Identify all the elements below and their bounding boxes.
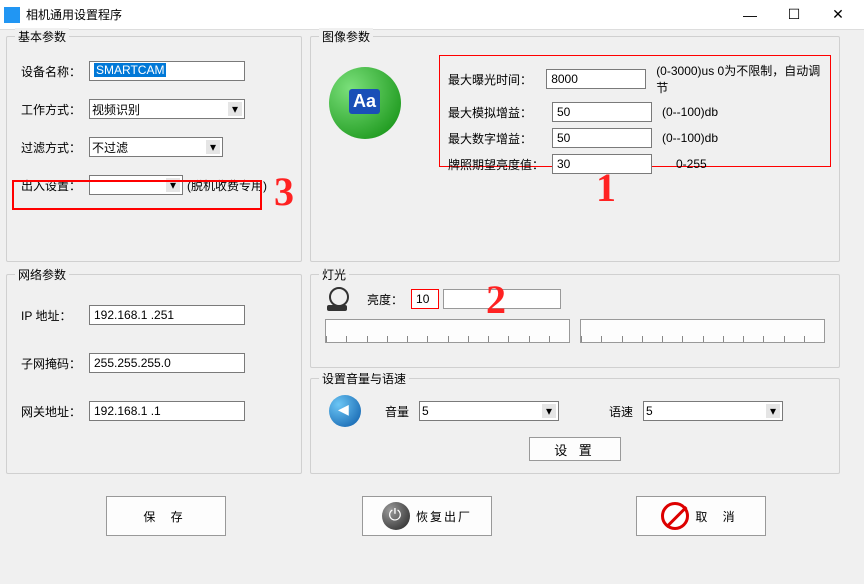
light-group: 灯光 亮度： [310,274,840,368]
light-legend: 灯光 [319,266,349,283]
basic-legend: 基本参数 [15,28,69,45]
chevron-down-icon: ▾ [542,404,556,418]
max-again-label: 最大模拟增益： [448,104,548,121]
light-ruler-1[interactable] [325,319,570,343]
max-dgain-label: 最大数字增益： [448,130,548,147]
basic-group: 基本参数 设备名称： SMARTCAM 工作方式： 视频识别 ▾ 过滤方式： 不… [6,36,302,262]
bright-input[interactable] [552,154,652,174]
maximize-button[interactable]: ☐ [772,1,816,29]
audio-legend: 设置音量与语速 [319,370,409,387]
mask-input[interactable] [89,353,245,373]
speed-select[interactable]: 5 ▾ [643,401,783,421]
set-button[interactable]: 设 置 [529,437,621,461]
bright-label: 牌照期望亮度值： [448,156,548,173]
brightness-slider[interactable] [443,289,561,309]
max-dgain-input[interactable] [552,128,652,148]
image-group: 图像参数 最大曝光时间： (0-3000)us 0为不限制，自动调节 最大模拟增… [310,36,840,262]
filter-select[interactable]: 不过滤 ▾ [89,137,223,157]
cancel-button[interactable]: 取 消 [636,496,766,536]
device-name-label: 设备名称： [21,63,85,80]
max-exp-input[interactable] [546,69,646,89]
chevron-down-icon: ▾ [206,140,220,154]
book-icon [329,67,401,139]
cancel-icon [661,502,689,530]
max-again-note: (0--100)db [662,105,718,119]
vol-label: 音量 [385,403,409,420]
max-exp-note: (0-3000)us 0为不限制，自动调节 [656,62,822,96]
webcam-icon [325,287,349,311]
io-note: (脱机收费专用) [187,177,267,194]
close-button[interactable]: ✕ [816,1,860,29]
io-label: 出入设置： [21,177,85,194]
filter-label: 过滤方式： [21,139,85,156]
speed-label: 语速 [609,403,633,420]
net-legend: 网络参数 [15,266,69,283]
work-mode-select[interactable]: 视频识别 ▾ [89,99,245,119]
minimize-button[interactable]: — [728,1,772,29]
brightness-input[interactable] [411,289,439,309]
vol-select[interactable]: 5 ▾ [419,401,559,421]
audio-group: 设置音量与语速 音量 5 ▾ 语速 5 ▾ 设 置 [310,378,840,474]
save-button[interactable]: 保 存 [106,496,226,536]
net-group: 网络参数 IP 地址： 子网掩码： 网关地址： [6,274,302,474]
chevron-down-icon: ▾ [166,178,180,192]
brightness-label: 亮度： [367,291,403,308]
ip-input[interactable] [89,305,245,325]
chevron-down-icon: ▾ [766,404,780,418]
image-legend: 图像参数 [319,28,373,45]
gw-input[interactable] [89,401,245,421]
bright-note: 0-255 [676,157,707,171]
restore-button[interactable]: 恢复出厂 [362,496,492,536]
max-dgain-note: (0--100)db [662,131,718,145]
image-params-box: 最大曝光时间： (0-3000)us 0为不限制，自动调节 最大模拟增益： (0… [439,55,831,167]
io-select[interactable]: ▾ [89,175,183,195]
max-again-input[interactable] [552,102,652,122]
gw-label: 网关地址： [21,403,85,420]
work-mode-label: 工作方式： [21,101,85,118]
max-exp-label: 最大曝光时间： [448,71,542,88]
light-ruler-2[interactable] [580,319,825,343]
app-icon [4,7,20,23]
window-title: 相机通用设置程序 [26,6,728,23]
ip-label: IP 地址： [21,307,85,324]
mask-label: 子网掩码： [21,355,85,372]
speaker-icon [329,395,361,427]
power-icon [382,502,410,530]
title-bar: 相机通用设置程序 — ☐ ✕ [0,0,864,30]
device-name-input[interactable]: SMARTCAM [89,61,245,81]
chevron-down-icon: ▾ [228,102,242,116]
